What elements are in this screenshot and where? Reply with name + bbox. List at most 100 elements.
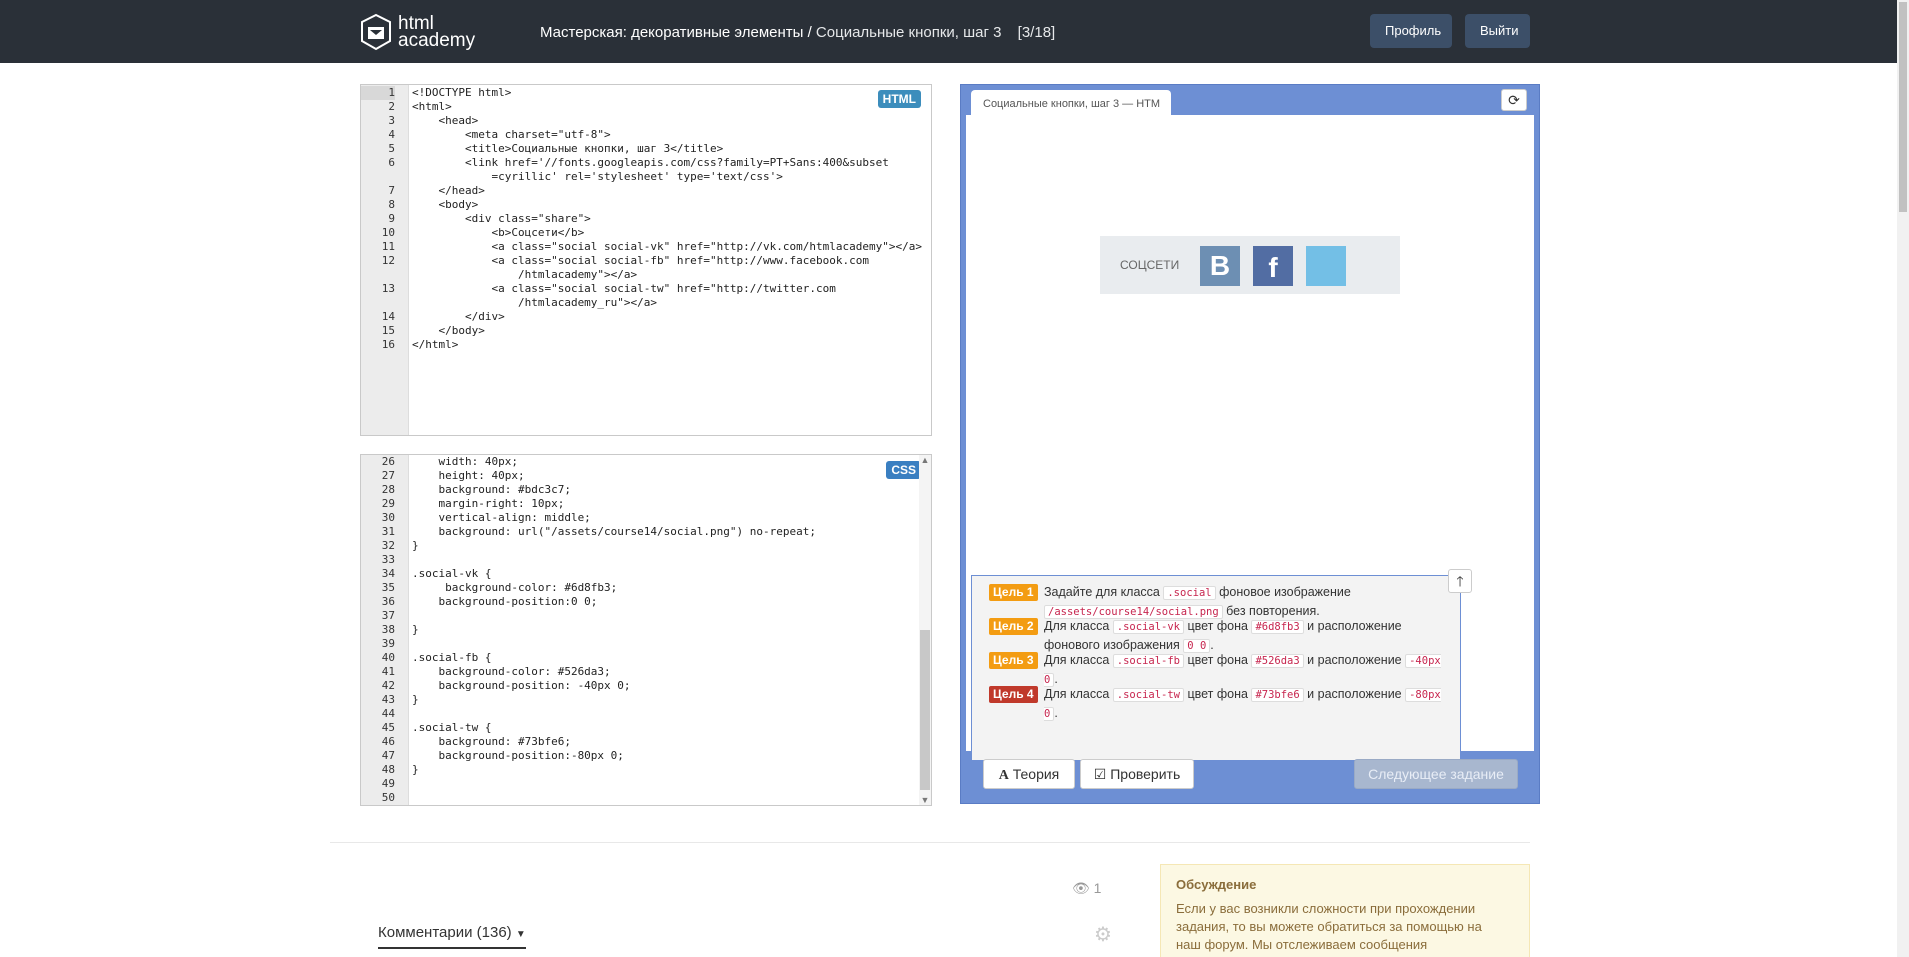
logo-line2: academy (398, 30, 476, 51)
code-line[interactable]: 6 <link href='//fonts.googleapis.com/css… (361, 156, 931, 170)
code-line[interactable]: 36 background-position:0 0; (361, 595, 931, 609)
line-number: 6 (388, 156, 395, 169)
code-line[interactable]: 44 (361, 707, 931, 721)
code-line[interactable]: 33 (361, 553, 931, 567)
profile-button[interactable]: Профиль (1370, 14, 1452, 48)
goal-text-part: . (1054, 706, 1058, 720)
line-text: <a class="social social-vk" href="http:/… (412, 240, 922, 253)
goal-code: .social (1163, 586, 1216, 600)
breadcrumb-course[interactable]: Мастерская: декоративные элементы / (540, 24, 812, 41)
vk-button[interactable]: B (1200, 246, 1240, 286)
code-line[interactable]: 13 <a class="social social-tw" href="htt… (361, 282, 931, 296)
code-line[interactable]: /htmlacademy"></a> (361, 268, 931, 282)
code-line[interactable]: 49 (361, 777, 931, 791)
code-line[interactable]: 29 margin-right: 10px; (361, 497, 931, 511)
css-scrollbar-thumb[interactable] (920, 630, 930, 790)
arrow-up-icon[interactable]: 🡑 (1448, 569, 1472, 593)
page-scrollbar-thumb[interactable] (1899, 2, 1907, 212)
code-line[interactable]: 48} (361, 763, 931, 777)
goal-text-part: цвет фона (1184, 687, 1252, 701)
goal-code: #526da3 (1251, 654, 1304, 668)
code-line[interactable]: 15 </body> (361, 324, 931, 338)
refresh-icon[interactable]: ⟳ (1501, 89, 1527, 111)
code-line[interactable]: 28 background: #bdc3c7; (361, 483, 931, 497)
code-line[interactable]: 38} (361, 623, 931, 637)
page-scrollbar[interactable] (1897, 0, 1909, 957)
line-text: vertical-align: middle; (412, 511, 591, 524)
code-line[interactable]: 8 <body> (361, 198, 931, 212)
code-line[interactable]: 3 <head> (361, 114, 931, 128)
line-number: 4 (388, 128, 395, 141)
code-line[interactable]: 41 background-color: #526da3; (361, 665, 931, 679)
preview-frame: СОЦСЕТИ B f 🡑 Цель 1 Задайте для класса .… (966, 115, 1534, 761)
line-text: background-position:0 0; (412, 595, 598, 608)
line-number: 12 (381, 254, 395, 267)
code-line[interactable]: 37 (361, 609, 931, 623)
code-line[interactable]: 34 .social-vk { (361, 567, 931, 581)
code-line[interactable]: 50 (361, 791, 931, 805)
comments-toggle[interactable]: Комментарии (136) ▼ (378, 924, 526, 949)
scroll-down-icon[interactable]: ▼ (919, 795, 931, 805)
gear-icon[interactable]: ⚙ (1094, 922, 1112, 947)
line-text: } (412, 539, 419, 552)
code-line[interactable]: 47 background-position:-80px 0; (361, 749, 931, 763)
goal-text-part: фоновое изображение (1215, 585, 1351, 599)
breadcrumb: Мастерская: декоративные элементы / Соци… (540, 24, 1055, 41)
line-number: 48 (381, 763, 395, 776)
code-line[interactable]: 42 background-position: -40px 0; (361, 679, 931, 693)
code-line[interactable]: 30 vertical-align: middle; (361, 511, 931, 525)
preview-tab[interactable]: Социальные кнопки, шаг 3 — HTM (971, 90, 1171, 116)
code-line[interactable]: 26 width: 40px; (361, 455, 931, 469)
next-task-button[interactable]: Следующее задание (1354, 759, 1518, 789)
check-button[interactable]: ☑ Проверить (1080, 759, 1194, 789)
code-line[interactable]: 35 background-color: #6d8fb3; (361, 581, 931, 595)
theory-button[interactable]: A Теория (983, 759, 1075, 789)
code-line[interactable]: 45 .social-tw { (361, 721, 931, 735)
code-line[interactable]: 43} (361, 693, 931, 707)
line-number: 41 (381, 665, 395, 678)
code-line[interactable]: 4 <meta charset="utf-8"> (361, 128, 931, 142)
code-line[interactable]: 40 .social-fb { (361, 651, 931, 665)
theory-label: Теория (1012, 766, 1060, 782)
code-line[interactable]: 2 <html> (361, 100, 931, 114)
css-code[interactable]: 26 width: 40px; 27 height: 40px; 28 backgr… (361, 455, 931, 805)
fb-button[interactable]: f (1253, 246, 1293, 286)
code-line[interactable]: 7 </head> (361, 184, 931, 198)
code-line[interactable]: 27 height: 40px; (361, 469, 931, 483)
code-line[interactable]: 32} (361, 539, 931, 553)
html-editor[interactable]: 1 <!DOCTYPE html> 2 <html> 3 <head> 4 <meta c… (360, 84, 932, 436)
check-label: Проверить (1110, 766, 1181, 782)
line-number: 37 (381, 609, 395, 622)
goal-code: #73bfe6 (1251, 688, 1304, 702)
line-number: 39 (381, 637, 395, 650)
goal-item: Цель 3 Для класса .social-fb цвет фона #5… (989, 651, 1444, 687)
code-line[interactable]: 16 </html> (361, 338, 931, 352)
code-line[interactable]: /htmlacademy_ru"></a> (361, 296, 931, 310)
site-logo[interactable]: html academy (360, 13, 475, 51)
logout-button[interactable]: Выйти (1465, 14, 1530, 48)
code-line[interactable]: =cyrillic' rel='stylesheet' type='text/c… (361, 170, 931, 184)
code-line[interactable]: 11 <a class="social social-vk" href="htt… (361, 240, 931, 254)
top-navbar: html academy Мастерская: декоративные эл… (0, 0, 1897, 63)
code-line[interactable]: 5 <title>Социальные кнопки, шаг 3</title… (361, 142, 931, 156)
line-number: 2 (388, 100, 395, 113)
code-line[interactable]: 46 background: #73bfe6; (361, 735, 931, 749)
code-line[interactable]: 9 <div class="share"> (361, 212, 931, 226)
line-text: background-position:-80px 0; (412, 749, 624, 762)
html-code[interactable]: 1 <!DOCTYPE html> 2 <html> 3 <head> 4 <meta c… (361, 86, 931, 352)
line-number: 3 (388, 114, 395, 127)
css-editor[interactable]: 26 width: 40px; 27 height: 40px; 28 backgr… (360, 454, 932, 806)
code-line[interactable]: 12 <a class="social social-fb" href="htt… (361, 254, 931, 268)
code-line[interactable]: 10 <b>Соцсети</b> (361, 226, 931, 240)
tw-button[interactable] (1306, 246, 1346, 286)
scroll-up-icon[interactable]: ▲ (919, 455, 931, 465)
css-scrollbar[interactable]: ▲ ▼ (919, 455, 931, 805)
code-line[interactable]: 39 (361, 637, 931, 651)
code-line[interactable]: 1 <!DOCTYPE html> (361, 86, 931, 100)
code-line[interactable]: 14 </div> (361, 310, 931, 324)
goal-code: .social-tw (1112, 688, 1184, 702)
line-number: 9 (388, 212, 395, 225)
code-line[interactable]: 31 background: url("/assets/course14/soc… (361, 525, 931, 539)
goal-item: Цель 1 Задайте для класса .social фоновое… (989, 583, 1444, 619)
line-number: 35 (381, 581, 395, 594)
